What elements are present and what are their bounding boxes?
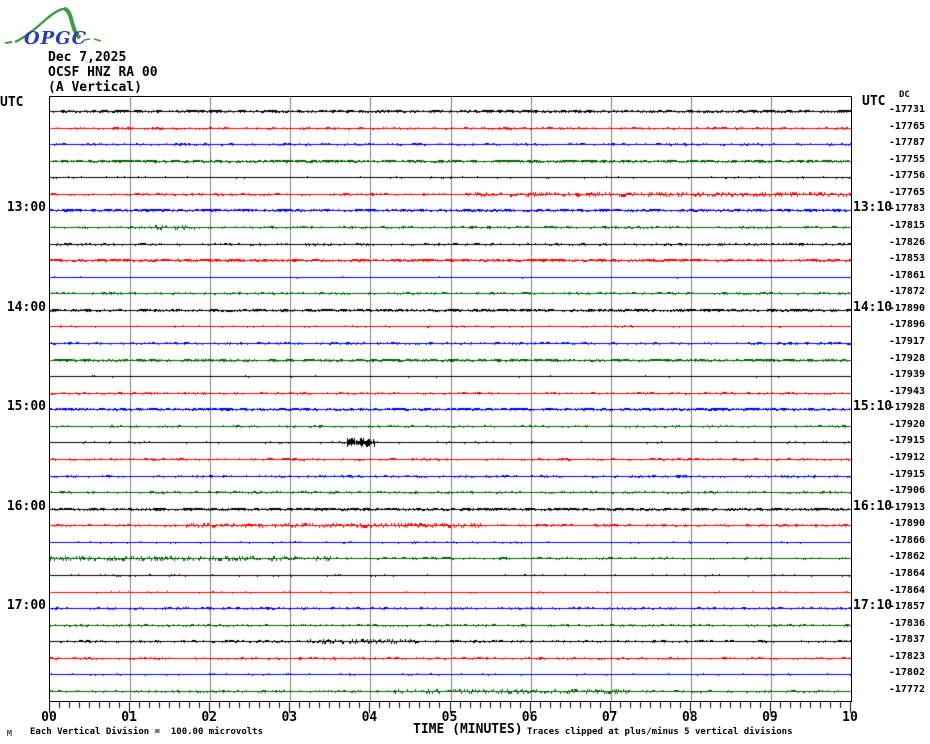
opgc-logo-graphic: OPGC bbox=[4, 7, 102, 49]
hour-label-right: 17:10 bbox=[853, 598, 893, 614]
dc-offset-value: -17731 bbox=[888, 104, 925, 115]
header-date: Dec 7,2025 bbox=[48, 50, 127, 65]
corner-mark: M bbox=[7, 729, 12, 738]
x-tick-label: 09 bbox=[762, 710, 778, 725]
dc-offset-value: -17939 bbox=[888, 369, 925, 381]
x-tick-label: 00 bbox=[41, 710, 57, 725]
dc-offset-value: -17802 bbox=[888, 667, 925, 679]
dc-offset-value: -17872 bbox=[888, 286, 925, 298]
scale-note: Each Vertical Division = 100.00 microvol… bbox=[30, 727, 263, 737]
dc-offset-value: -17864 bbox=[888, 584, 925, 596]
hour-label-left: 17:00 bbox=[6, 598, 46, 614]
dc-offset-value: -17857 bbox=[888, 601, 925, 613]
dc-offset-value: -17862 bbox=[888, 551, 925, 563]
x-tick-label: 02 bbox=[201, 710, 218, 725]
hour-label-left: 15:00 bbox=[6, 399, 46, 415]
x-tick-label: 03 bbox=[281, 710, 298, 725]
helicorder-plot-area bbox=[49, 96, 852, 702]
hour-label-right: 16:10 bbox=[853, 498, 893, 514]
hour-label-right: 13:10 bbox=[853, 200, 893, 216]
dc-offset-value: -17915 bbox=[888, 468, 925, 480]
dc-offset-value: -17772 bbox=[888, 683, 925, 695]
dc-offset-value: -17765 bbox=[888, 120, 925, 132]
dc-offset-value: -17756 bbox=[888, 170, 925, 182]
hour-label-left: 16:00 bbox=[6, 498, 46, 514]
dc-offset-value: -17917 bbox=[888, 335, 925, 347]
x-tick-label: 07 bbox=[601, 710, 618, 725]
x-tick-label: 08 bbox=[681, 710, 698, 725]
dc-offset-value: -17915 bbox=[888, 435, 925, 447]
opgc-logo: OPGC bbox=[4, 2, 108, 50]
dc-offset-value: -17928 bbox=[888, 352, 925, 364]
dc-offset-value: -17890 bbox=[888, 302, 925, 314]
dc-offset-value: -17913 bbox=[888, 501, 925, 513]
dc-offset-value: -17864 bbox=[888, 567, 925, 579]
x-tick-label: 04 bbox=[361, 710, 378, 725]
dc-offset-value: -17837 bbox=[888, 634, 925, 646]
dc-offset-value: -17836 bbox=[888, 617, 925, 629]
hour-label-right: 14:10 bbox=[853, 299, 893, 315]
hour-label-left: 13:00 bbox=[6, 200, 46, 216]
hour-label-left: 14:00 bbox=[6, 299, 46, 315]
dc-offset-value: -17896 bbox=[888, 319, 925, 331]
x-tick-label: 01 bbox=[121, 710, 137, 725]
dc-offset-value: -17861 bbox=[888, 269, 925, 281]
right-axis-title: UTC bbox=[862, 94, 886, 109]
dc-offset-value: -17787 bbox=[888, 137, 925, 149]
dc-offset-value: -17890 bbox=[888, 518, 925, 530]
trace-canvas bbox=[50, 97, 851, 701]
dc-column-label: DC bbox=[899, 90, 910, 100]
x-axis-title: TIME (MINUTES) bbox=[413, 722, 523, 737]
dc-offset-value: -17866 bbox=[888, 534, 925, 546]
dc-offset-value: -17920 bbox=[888, 418, 925, 430]
header-component: (A Vertical) bbox=[48, 80, 142, 95]
x-tick-label: 10 bbox=[842, 710, 858, 725]
dc-offset-value: -17912 bbox=[888, 451, 925, 463]
dc-offset-value: -17765 bbox=[888, 186, 925, 198]
dc-offset-value: -17943 bbox=[888, 385, 925, 397]
dc-offset-value: -17826 bbox=[888, 236, 925, 248]
dc-offset-value: -17823 bbox=[888, 650, 925, 662]
dc-offset-value: -17755 bbox=[888, 153, 925, 165]
dc-offset-value: -17928 bbox=[888, 402, 925, 414]
dc-offset-value: -17906 bbox=[888, 485, 925, 497]
left-axis-title: UTC bbox=[0, 95, 24, 110]
dc-offset-value: -17853 bbox=[888, 253, 925, 265]
helicorder-page: OPGC Dec 7,2025 OCSF HNZ RA 00 (A Vertic… bbox=[0, 0, 930, 744]
opgc-logo-text: OPGC bbox=[24, 28, 87, 49]
header-station: OCSF HNZ RA 00 bbox=[48, 65, 158, 80]
plot-header: Dec 7,2025 OCSF HNZ RA 00 (A Vertical) bbox=[48, 50, 158, 95]
dc-offset-value: -17783 bbox=[888, 203, 925, 215]
clipping-note: Traces clipped at plus/minus 5 vertical … bbox=[527, 727, 793, 737]
hour-label-right: 15:10 bbox=[853, 399, 893, 415]
dc-offset-value: -17815 bbox=[888, 219, 925, 231]
